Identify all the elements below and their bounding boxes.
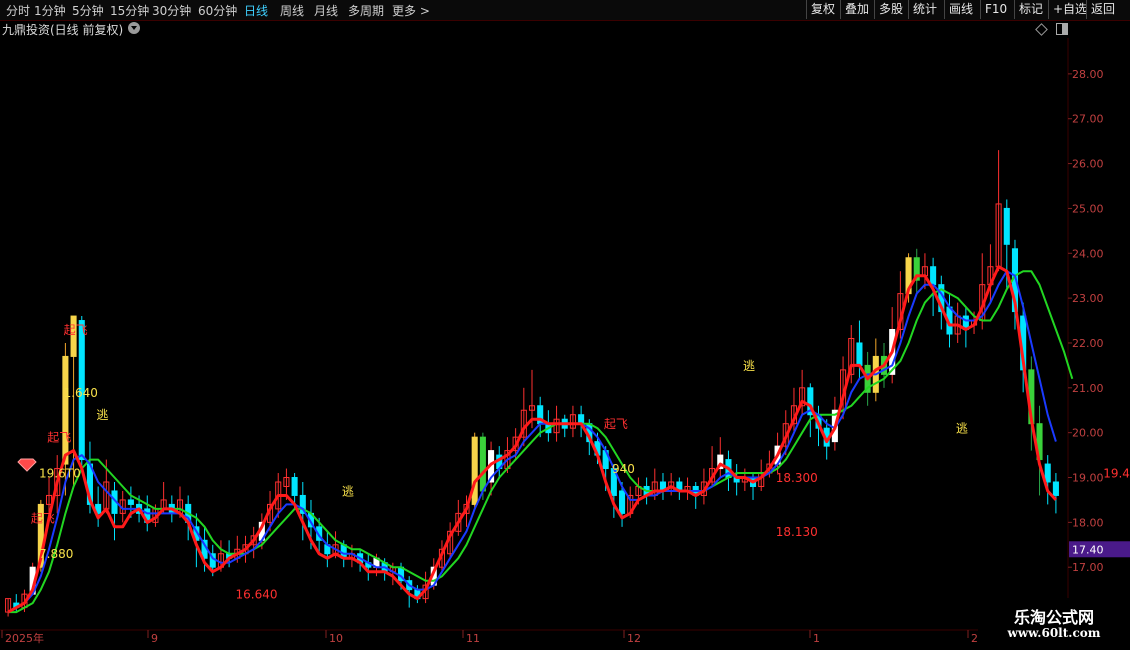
signal-annotation: 起飞: [64, 323, 88, 337]
watermark-title: 乐淘公式网: [1013, 608, 1094, 627]
y-tick-label: 19.00: [1072, 472, 1104, 485]
y-tick-label: 21.00: [1072, 382, 1104, 395]
signal-annotation: 1.640: [64, 386, 98, 400]
candle: [471, 436, 478, 505]
y-tick-label: 26.00: [1072, 158, 1104, 171]
candle: [479, 436, 486, 492]
signal-annotation: 7.880: [39, 547, 73, 561]
y-tick-label: 20.00: [1072, 427, 1104, 440]
signal-annotation: 起飞: [604, 417, 628, 431]
y-tick-label: 27.00: [1072, 113, 1104, 126]
candle: [127, 499, 134, 505]
x-tick-label: 10: [329, 632, 343, 645]
signal-annotation: 逃: [743, 359, 755, 373]
gem-icon: [17, 458, 37, 472]
x-tick-label: 2: [971, 632, 978, 645]
y-tick-label: 17.00: [1072, 561, 1104, 574]
candle: [930, 266, 937, 286]
candle: [1052, 481, 1059, 496]
candle: [856, 342, 863, 366]
y-tick-label: 22.00: [1072, 337, 1104, 350]
kline-chart[interactable]: 16.0017.0018.0019.0020.0021.0022.0023.00…: [0, 0, 1130, 650]
y-tick-label: 25.00: [1072, 202, 1104, 215]
signal-annotation: 16.640: [235, 588, 277, 602]
x-tick-label: 12: [627, 632, 641, 645]
candle: [1044, 463, 1051, 483]
signal-annotation: 起飞: [47, 431, 71, 445]
candle: [619, 490, 626, 514]
x-tick-label: 11: [466, 632, 480, 645]
y-tick-label: 24.00: [1072, 247, 1104, 260]
signal-annotation: 18.300: [776, 471, 818, 485]
indicator-line-0: [7, 265, 1058, 614]
signal-annotation: 逃: [956, 422, 968, 436]
candle: [291, 477, 298, 496]
candle: [62, 355, 69, 465]
x-tick-label: 2025年: [5, 631, 44, 645]
signal-annotation: 18.130: [776, 525, 818, 539]
signal-annotation: 19.420: [1103, 467, 1130, 481]
signal-annotation: 起飞: [31, 511, 55, 525]
watermark: 乐淘公式网 www.60lt.com: [978, 598, 1130, 650]
x-tick-label: 1: [813, 632, 820, 645]
x-tick-label: 9: [151, 632, 158, 645]
candle: [1003, 207, 1010, 245]
y-tick-label: 23.00: [1072, 292, 1104, 305]
signal-annotation: 940: [612, 462, 635, 476]
signal-annotation: 19.6T0: [39, 467, 81, 481]
last-price-label: 17.40: [1072, 543, 1104, 556]
indicator-line-2: [8, 270, 1074, 614]
y-tick-label: 28.00: [1072, 68, 1104, 81]
watermark-url: www.60lt.com: [1007, 626, 1101, 640]
signal-annotation: 逃: [342, 484, 354, 498]
y-tick-label: 18.00: [1072, 516, 1104, 529]
signal-annotation: 逃: [96, 408, 108, 422]
